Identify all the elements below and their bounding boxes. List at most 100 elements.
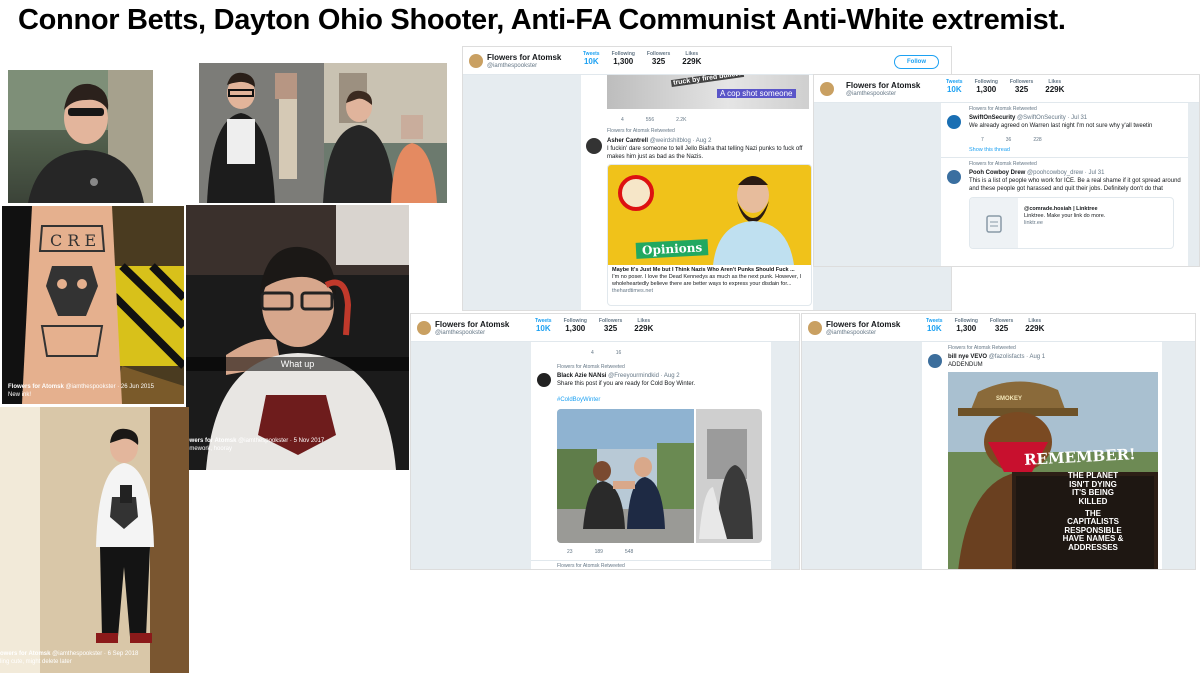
twitter-panel-4: Flowers for Atomsk @iamthespookster Twee… — [801, 313, 1196, 570]
tweet-author[interactable]: Black Azie NANsi — [557, 373, 606, 379]
protest-collage — [557, 409, 762, 543]
card-title: @comrade.hosiah | Linktree — [1024, 206, 1098, 212]
like-count[interactable]: 16 — [616, 350, 622, 356]
link-card[interactable]: Opinions Maybe It's Just Me but I Think … — [607, 164, 812, 306]
avatar — [586, 138, 602, 154]
tweet-handle: @weirdshitblog · Aug 2 — [649, 138, 712, 144]
stat-likes[interactable]: Likes 229K — [634, 318, 653, 333]
profile-name: Flowers for Atomsk — [846, 81, 921, 90]
stat-likes[interactable]: Likes 229K — [682, 51, 701, 66]
stat-following[interactable]: Following 1,300 — [955, 318, 978, 333]
caption-handle: @iamthespookster · 26 Jun 2015 — [65, 384, 154, 391]
retweet-label: Flowers for Atomsk Retweeted — [557, 563, 625, 569]
tweet-author[interactable]: bill nye VEVO — [948, 354, 987, 360]
tweet-photo — [557, 409, 762, 543]
stat-followers[interactable]: Followers 325 — [647, 51, 670, 66]
follow-button[interactable]: Follow — [894, 55, 939, 69]
tweet-column: Flowers for Atomsk Retweeted SwiftOnSecu… — [941, 103, 1188, 266]
stat-tweets[interactable]: Tweets 10K — [583, 51, 600, 66]
stat-following[interactable]: Following 1,300 — [612, 51, 635, 66]
tweet-photo: SMOKEY REMEMBER! THE PLANET ISN'T DYING IT… — [948, 372, 1158, 569]
stat-followers[interactable]: Followers 325 — [599, 318, 622, 333]
sign-line: ADDRESSES — [1068, 543, 1118, 552]
stat-tweets[interactable]: Tweets 10K — [946, 79, 963, 94]
stat-following[interactable]: Following 1,300 — [564, 318, 587, 333]
twitter-panel-3: Flowers for Atomsk @iamthespookster Twee… — [410, 313, 800, 570]
tattoo-arm: C R E — [22, 206, 184, 404]
tweet-actions: 4 556 2.2K — [621, 117, 686, 123]
desk-overlay-caption: What up — [186, 357, 409, 371]
desk-figure — [186, 205, 409, 470]
stat-tweets[interactable]: Tweets 10K — [926, 318, 943, 333]
caption-name: owers for Atomsk — [0, 651, 51, 658]
svg-text:C R E: C R E — [50, 231, 96, 250]
avatar — [928, 354, 942, 368]
tweet-handle: @Freeyourmindkid · Aug 2 — [608, 373, 680, 379]
stat-likes[interactable]: Likes 229K — [1025, 318, 1044, 333]
avatar — [469, 54, 483, 68]
reply-count[interactable]: 7 — [981, 137, 984, 143]
reply-count[interactable]: 23 — [567, 549, 573, 555]
show-thread-link[interactable]: Show this thread — [969, 147, 1010, 153]
tweet-actions: 4 16 — [591, 350, 621, 356]
tweet-author[interactable]: SwiftOnSecurity — [969, 115, 1015, 121]
avatar — [820, 82, 834, 96]
tattoo-caption: Flowers for Atomsk @iamthespookster · 26… — [8, 384, 154, 400]
tweet-author[interactable]: Pooh Cowboy Drew — [969, 170, 1025, 176]
hashtag-link[interactable]: #ColdBoyWinter — [557, 397, 600, 403]
profile-stats: Tweets 10K Following 1,300 Followers 325 Li… — [946, 79, 1064, 94]
meme-text-1: truck by fired bullet? — [670, 75, 745, 88]
meme-image: truck by fired bullet? A cop shot someon… — [607, 75, 809, 109]
stat-followers[interactable]: Followers 325 — [1010, 79, 1033, 94]
card-description: Linktree. Make your link do more. — [1024, 213, 1106, 220]
sign-text: THE PLANET ISN'T DYING IT'S BEING KILLED TH… — [1038, 471, 1148, 553]
caption-handle: @iamthespookster · 6 Sep 2018 — [52, 651, 139, 658]
profile-header: Flowers for Atomsk @iamthespookster Twee… — [814, 75, 1199, 103]
tweet-body: bill nye VEVO @fazolisfacts · Aug 1 ADDE… — [948, 353, 1156, 369]
card-text: Maybe It's Just Me but I Think Nazis Who… — [612, 267, 810, 296]
profile-header: Flowers for Atomsk @iamthespookster Twee… — [463, 47, 951, 75]
card-image: Opinions — [608, 165, 811, 265]
card-url: thehardtimes.net — [612, 288, 653, 295]
tweet-handle: @poohcowboy_drew · Jul 31 — [1027, 170, 1105, 176]
desk-caption: owers for Atomsk @iamthespookster · 5 No… — [186, 438, 324, 454]
caption-name: Flowers for Atomsk — [8, 384, 64, 391]
retweet-count[interactable]: 4 — [591, 350, 594, 356]
tweet-text: We already agreed on Warren last night I… — [969, 123, 1153, 130]
bearded-man-figure — [713, 176, 794, 265]
retweet-label: Flowers for Atomsk Retweeted — [969, 106, 1037, 112]
retweet-count[interactable]: 36 — [1006, 137, 1012, 143]
mirror-figure — [0, 407, 189, 673]
stat-tweets[interactable]: Tweets 10K — [535, 318, 552, 333]
like-count[interactable]: 548 — [625, 549, 633, 555]
stat-followers[interactable]: Followers 325 — [990, 318, 1013, 333]
hat-text: SMOKEY — [996, 396, 1023, 402]
tweet-text: ADDENDUM — [948, 362, 983, 369]
link-card[interactable]: @comrade.hosiah | Linktree Linktree. Mak… — [969, 197, 1174, 249]
retweet-label: Flowers for Atomsk Retweeted — [607, 128, 675, 134]
retweet-count[interactable]: 189 — [595, 549, 603, 555]
card-description: I'm no poser. I love the Dead Kennedys a… — [612, 274, 802, 288]
profile-handle: @iamthespookster — [826, 330, 877, 336]
caption-name: owers for Atomsk — [186, 438, 237, 445]
stat-following[interactable]: Following 1,300 — [975, 79, 998, 94]
retweet-count[interactable]: 556 — [646, 117, 654, 123]
tweet-body: Black Azie NANsi @Freeyourmindkid · Aug … — [557, 372, 765, 404]
tweet-author[interactable]: Asher Cantrell — [607, 138, 648, 144]
like-count[interactable]: 2.2K — [676, 117, 686, 123]
portrait-figure — [8, 70, 153, 203]
avatar — [808, 321, 822, 335]
like-count[interactable]: 228 — [1033, 137, 1041, 143]
photo-black-shirt — [8, 70, 153, 203]
tweet-column: 4 16 Flowers for Atomsk Retweeted Black … — [531, 342, 771, 569]
stat-likes[interactable]: Likes 229K — [1045, 79, 1064, 94]
reply-count[interactable]: 4 — [621, 117, 624, 123]
no-symbol-icon — [618, 175, 654, 211]
profile-name: Flowers for Atomsk — [826, 320, 901, 329]
divider — [531, 560, 771, 561]
caption-text: ling cute, might delete later — [0, 659, 72, 666]
retweet-label: Flowers for Atomsk Retweeted — [948, 345, 1016, 351]
tweet-actions: 23 189 548 — [567, 549, 633, 555]
tweet-text: I fuckin' dare someone to tell Jello Bia… — [607, 146, 803, 161]
profile-name: Flowers for Atomsk — [435, 320, 510, 329]
